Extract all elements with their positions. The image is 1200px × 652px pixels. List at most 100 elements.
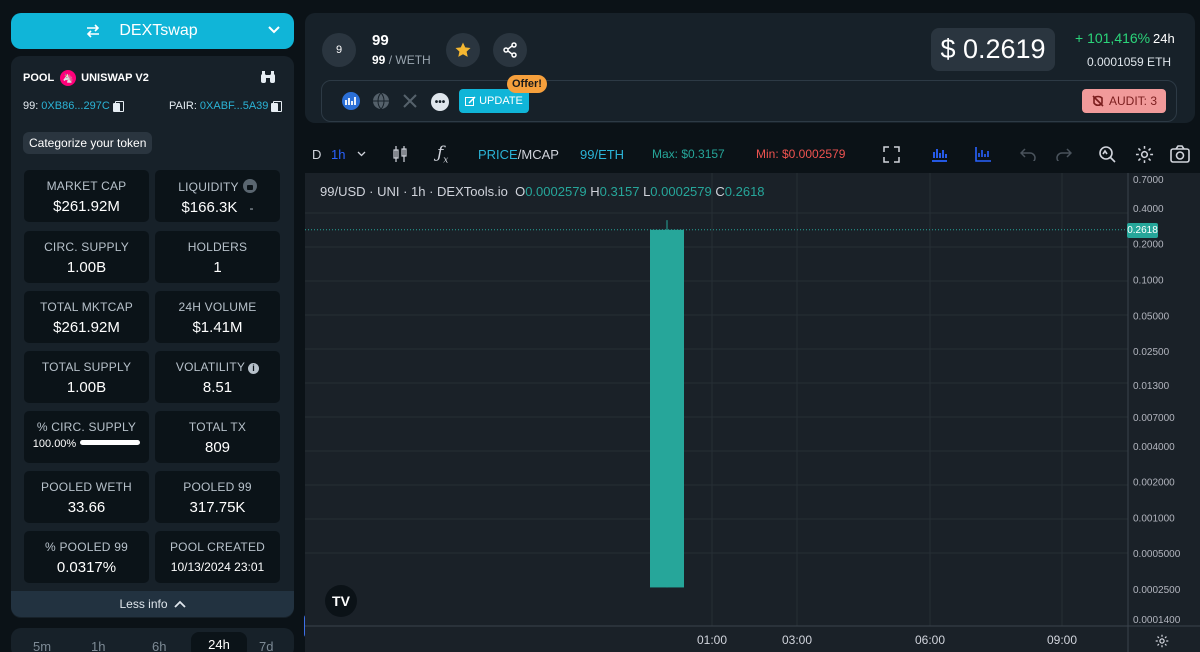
- stat-label: POOL CREATED: [169, 540, 266, 554]
- tab-1h[interactable]: 1h: [91, 639, 105, 652]
- stat-total-mktcap: TOTAL MKTCAP $261.92M: [24, 291, 149, 343]
- stat-value: $1.41M: [192, 319, 243, 336]
- stat-total-supply: TOTAL SUPPLY 1.00B: [24, 351, 149, 403]
- share-button[interactable]: [493, 33, 527, 67]
- price-tick-label: 0.1000: [1133, 276, 1164, 287]
- x-twitter-icon[interactable]: [403, 94, 417, 108]
- tab-5m[interactable]: 5m: [33, 639, 51, 652]
- indicators-icon[interactable]: ƒx: [437, 143, 448, 165]
- audit-button[interactable]: AUDIT: 3: [1082, 89, 1166, 113]
- redo-icon[interactable]: [1056, 147, 1072, 161]
- legend-low: 0.0002579: [650, 184, 712, 199]
- token-address[interactable]: 0XB86...297C: [41, 100, 110, 112]
- price-tick-label: 0.7000: [1133, 175, 1164, 186]
- stat-value: 1.00B: [66, 259, 107, 276]
- min-price: Min: $0.0002579: [756, 147, 846, 161]
- stat-label: HOLDERS: [187, 240, 248, 254]
- max-price: Max: $0.3157: [652, 147, 725, 161]
- stat-value: 0.0317%: [56, 559, 117, 576]
- dex-selector-button[interactable]: DEXTswap: [11, 13, 294, 49]
- price-option[interactable]: PRICE: [478, 147, 518, 162]
- stat-label: % CIRC. SUPPLY: [36, 420, 137, 434]
- stat-market-cap: MARKET CAP $261.92M: [24, 170, 149, 222]
- globe-icon[interactable]: [372, 92, 390, 110]
- legend-open: 0.0002579: [525, 184, 587, 199]
- toolbar-d[interactable]: D: [312, 147, 321, 162]
- chevron-down-icon: [268, 26, 280, 34]
- legend-h-key: H: [590, 184, 600, 199]
- stat-label: LIQUIDITY: [178, 180, 239, 194]
- fullscreen-icon[interactable]: [883, 146, 900, 163]
- social-links-bar: [321, 80, 1177, 122]
- time-tick-label: 01:00: [697, 633, 727, 647]
- stat-label: MARKET CAP: [46, 179, 127, 193]
- update-label: UPDATE: [479, 95, 523, 107]
- legend-o-key: O: [515, 184, 526, 199]
- price-tick-label: 0.007000: [1133, 413, 1175, 424]
- mcap-option[interactable]: MCAP: [521, 147, 559, 162]
- stat-value: 317.75K: [189, 499, 246, 516]
- undo-icon[interactable]: [1020, 147, 1036, 161]
- token-avatar: 9: [322, 33, 356, 67]
- price-tick-label: 0.0005000: [1133, 549, 1181, 560]
- token-name: 99: [372, 32, 389, 49]
- lock-icon[interactable]: [242, 179, 257, 193]
- candles-icon[interactable]: [392, 145, 408, 163]
- dex-label: DEXTswap: [119, 22, 198, 39]
- stat-label: CIRC. SUPPLY: [44, 240, 129, 254]
- pair-address-row[interactable]: PAIR: 0XABF...5A39: [169, 100, 283, 112]
- legend-high: 0.3157: [599, 184, 640, 199]
- uniswap-logo-icon: 🦄: [60, 70, 77, 86]
- interval-selector[interactable]: 1h: [331, 147, 345, 162]
- stat-holders: HOLDERS 1: [155, 231, 280, 283]
- more-links-icon[interactable]: •••: [431, 93, 449, 111]
- stat-value: 1.00B: [66, 379, 107, 396]
- binoculars-icon[interactable]: [260, 70, 276, 84]
- timeframe-tabs: 5m 1h 6h 24h 7d: [11, 628, 294, 652]
- tab-6h[interactable]: 6h: [152, 639, 166, 652]
- swap-icon: [86, 24, 100, 38]
- pair-address[interactable]: 0XABF...5A39: [200, 100, 269, 112]
- legend-c-key: C: [715, 184, 725, 199]
- categorize-token-button[interactable]: Categorize your token: [23, 132, 153, 154]
- tradingview-logo-icon[interactable]: TV: [325, 585, 357, 617]
- candle-body: [650, 229, 684, 588]
- price-tick-label: 0.002000: [1133, 478, 1175, 489]
- copy-icon[interactable]: [271, 100, 283, 112]
- stat-liquidity: LIQUIDITY $166.3K -: [155, 170, 280, 222]
- price-tick-label: 0.4000: [1133, 204, 1164, 215]
- trades-chart-icon[interactable]: [975, 146, 992, 162]
- stat-value: $166.3K: [181, 199, 238, 216]
- stat-total-tx: TOTAL TX 809: [155, 411, 280, 463]
- less-info-label: Less info: [119, 597, 168, 611]
- stat-circ-supply: CIRC. SUPPLY 1.00B: [24, 231, 149, 283]
- stat-value: $261.92M: [53, 319, 120, 336]
- gear-icon[interactable]: [1135, 145, 1154, 164]
- chart-canvas[interactable]: 0.7000 0.4000 0.2000 0.1000 0.05000 0.02500 0.…: [305, 173, 1200, 652]
- price-tick-label: 0.05000: [1133, 311, 1170, 322]
- tab-7d[interactable]: 7d: [259, 639, 273, 652]
- chevron-down-icon[interactable]: [357, 151, 366, 157]
- token-address-row[interactable]: 99: 0XB86...297C: [23, 100, 124, 112]
- change-period: 24h: [1153, 31, 1175, 46]
- share-icon: [503, 42, 517, 58]
- axis-settings-gear-icon[interactable]: [1155, 634, 1169, 648]
- copy-icon[interactable]: [112, 100, 124, 112]
- price-tick-label: 0.004000: [1133, 442, 1175, 453]
- less-info-toggle[interactable]: Less info: [11, 591, 294, 617]
- camera-icon[interactable]: [1170, 145, 1190, 163]
- stat-label: VOLATILITY: [175, 360, 246, 374]
- price-mcap-toggle[interactable]: PRICE/MCAP: [478, 147, 559, 162]
- stat-volatility: VOLATILITY i 8.51: [155, 351, 280, 403]
- stat-value: 809: [204, 439, 231, 456]
- dextools-score-icon[interactable]: [341, 91, 361, 111]
- tab-24h[interactable]: 24h: [191, 632, 247, 652]
- price-tick-label: 0.0001400: [1133, 615, 1181, 626]
- info-icon[interactable]: i: [248, 363, 260, 374]
- edit-icon: [465, 95, 476, 106]
- favorite-button[interactable]: [446, 33, 480, 67]
- quick-search-icon[interactable]: [1098, 145, 1116, 163]
- pair-toggle[interactable]: 99/ETH: [580, 147, 624, 162]
- volume-chart-icon[interactable]: [931, 146, 948, 162]
- legend-title: 99/USD · UNI · 1h · DEXTools.io: [320, 184, 508, 199]
